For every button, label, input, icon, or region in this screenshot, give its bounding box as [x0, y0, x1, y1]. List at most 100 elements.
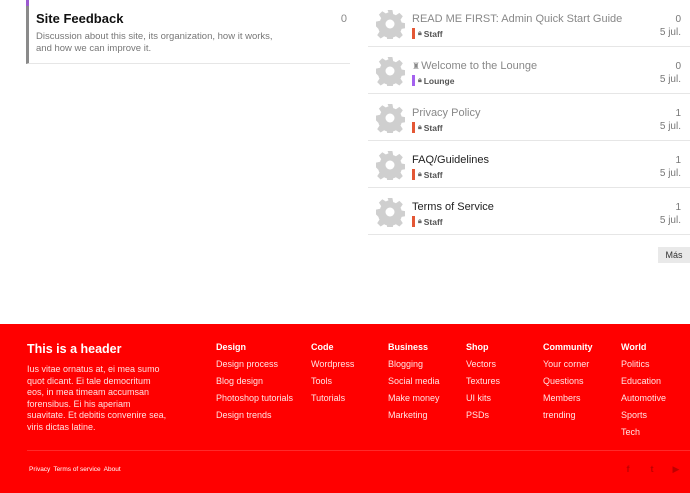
badge-label: Lounge [423, 75, 455, 86]
footer-column-heading: Code [311, 342, 334, 352]
twitter-icon[interactable]: t [647, 464, 657, 474]
more-button[interactable]: Más [658, 247, 690, 263]
footer-link[interactable]: Tools [311, 376, 354, 393]
category-title[interactable]: Site Feedback [36, 11, 123, 26]
topic-row[interactable]: Terms of Service 🔒︎ Staff 1 5 jul. [368, 188, 690, 235]
footer-link[interactable]: Social media [388, 376, 440, 393]
footer-column-world: World Politics Education Automotive Sports Te… [621, 342, 666, 444]
footer-bottom-link[interactable]: About [104, 466, 121, 473]
badge-color-bar [412, 216, 415, 227]
footer-column-code: Code Wordpress Tools Tutorials [311, 342, 354, 410]
latest-topics-list: READ ME FIRST: Admin Quick Start Guide 🔒︎… [368, 0, 690, 235]
footer-link[interactable]: trending [543, 410, 593, 427]
activity-date[interactable]: 5 jul. [660, 215, 681, 226]
footer-link[interactable]: Sports [621, 410, 666, 427]
topic-title-text: Welcome to the Lounge [421, 60, 538, 72]
badge-color-bar [412, 28, 415, 39]
badge-color-bar [412, 169, 415, 180]
footer-column-heading: Community [543, 342, 593, 352]
footer-link[interactable]: Photoshop tutorials [216, 393, 293, 410]
topic-title-text: READ ME FIRST: Admin Quick Start Guide [412, 13, 623, 25]
footer-column-business: Business Blogging Social media Make money Ma… [388, 342, 440, 427]
topic-row[interactable]: FAQ/Guidelines 🔒︎ Staff 1 5 jul. [368, 141, 690, 188]
topic-row[interactable]: ♜Welcome to the Lounge 🔒︎ Lounge 0 5 jul. [368, 47, 690, 94]
badge-label: Staff [423, 28, 443, 39]
category-badge[interactable]: 🔒︎ Staff [412, 122, 443, 133]
footer-column-heading: Design [216, 342, 247, 352]
reply-count: 0 [675, 61, 681, 72]
footer-link[interactable]: Make money [388, 393, 440, 410]
category-topic-count: 0 [340, 13, 347, 25]
footer-link[interactable]: Education [621, 376, 666, 393]
reply-count: 1 [675, 155, 681, 166]
category-badge[interactable]: 🔒︎ Staff [412, 169, 443, 180]
footer-link[interactable]: Marketing [388, 410, 440, 427]
gear-icon [375, 103, 406, 136]
footer-column-shop: Shop Vectors Textures UI kits PSDs [466, 342, 500, 427]
footer-link[interactable]: Wordpress [311, 359, 354, 376]
topic-title[interactable]: READ ME FIRST: Admin Quick Start Guide [412, 13, 622, 25]
lock-icon: 🔒︎ [418, 123, 422, 131]
reply-count: 0 [675, 14, 681, 25]
footer-link[interactable]: Tech [621, 427, 666, 444]
footer-link[interactable]: Automotive [621, 393, 666, 410]
pinned-icon: ♜ [412, 61, 421, 71]
topic-title[interactable]: Terms of Service [412, 201, 494, 213]
footer-link[interactable]: Questions [543, 376, 593, 393]
footer-column-heading: Shop [466, 342, 489, 352]
footer-column-heading: World [621, 342, 647, 352]
topic-title[interactable]: Privacy Policy [412, 107, 480, 119]
footer-bottom-links: Privacy Terms of service About [29, 466, 124, 473]
lock-icon: 🔒︎ [418, 217, 422, 225]
footer-link[interactable]: Design process [216, 359, 293, 376]
badge-label: Staff [423, 122, 443, 133]
footer-link[interactable]: Your corner [543, 359, 593, 376]
category-color-strip [26, 0, 29, 6]
gear-icon [375, 56, 406, 89]
activity-date[interactable]: 5 jul. [660, 27, 681, 38]
youtube-icon[interactable]: ▶ [671, 464, 681, 474]
badge-label: Staff [423, 169, 443, 180]
gear-icon [375, 197, 406, 230]
reply-count: 1 [675, 108, 681, 119]
badge-color-bar [412, 75, 415, 86]
footer-link[interactable]: Blogging [388, 359, 440, 376]
gear-icon [375, 9, 406, 42]
topic-row[interactable]: READ ME FIRST: Admin Quick Start Guide 🔒︎… [368, 0, 690, 47]
activity-date[interactable]: 5 jul. [660, 74, 681, 85]
topic-title-text: Terms of Service [412, 201, 494, 213]
topic-title[interactable]: ♜Welcome to the Lounge [412, 60, 537, 72]
activity-date[interactable]: 5 jul. [660, 168, 681, 179]
footer-link[interactable]: Politics [621, 359, 666, 376]
footer-column-heading: Business [388, 342, 429, 352]
footer-link[interactable]: Vectors [466, 359, 500, 376]
site-footer: This is a header Ius vitae ornatus at, e… [0, 324, 690, 493]
topic-row[interactable]: Privacy Policy 🔒︎ Staff 1 5 jul. [368, 94, 690, 141]
lock-icon: 🔒︎ [418, 76, 422, 84]
footer-bottom-link[interactable]: Terms of service [53, 466, 100, 473]
footer-column-community: Community Your corner Questions Members tren… [543, 342, 593, 427]
topic-title[interactable]: FAQ/Guidelines [412, 154, 489, 166]
footer-link[interactable]: Textures [466, 376, 500, 393]
category-badge[interactable]: 🔒︎ Staff [412, 28, 443, 39]
lock-icon: 🔒︎ [418, 29, 422, 37]
category-site-feedback[interactable]: Site Feedback 0 Discussion about this si… [26, 0, 350, 64]
activity-date[interactable]: 5 jul. [660, 121, 681, 132]
footer-bottom-link[interactable]: Privacy [29, 466, 50, 473]
category-badge[interactable]: 🔒︎ Lounge [412, 75, 454, 86]
facebook-icon[interactable]: f [623, 464, 633, 474]
footer-link[interactable]: Design trends [216, 410, 293, 427]
footer-link[interactable]: UI kits [466, 393, 500, 410]
footer-column-design: Design Design process Blog design Photoshop… [216, 342, 293, 427]
footer-link[interactable]: Members [543, 393, 593, 410]
footer-link[interactable]: Blog design [216, 376, 293, 393]
badge-color-bar [412, 122, 415, 133]
lock-icon: 🔒︎ [418, 170, 422, 178]
footer-link[interactable]: Tutorials [311, 393, 354, 410]
footer-text: Ius vitae ornatus at, ei mea sumo quot d… [27, 364, 167, 432]
topic-title-text: Privacy Policy [412, 107, 481, 119]
footer-divider [27, 450, 690, 451]
badge-label: Staff [423, 216, 443, 227]
footer-link[interactable]: PSDs [466, 410, 500, 427]
category-badge[interactable]: 🔒︎ Staff [412, 216, 443, 227]
